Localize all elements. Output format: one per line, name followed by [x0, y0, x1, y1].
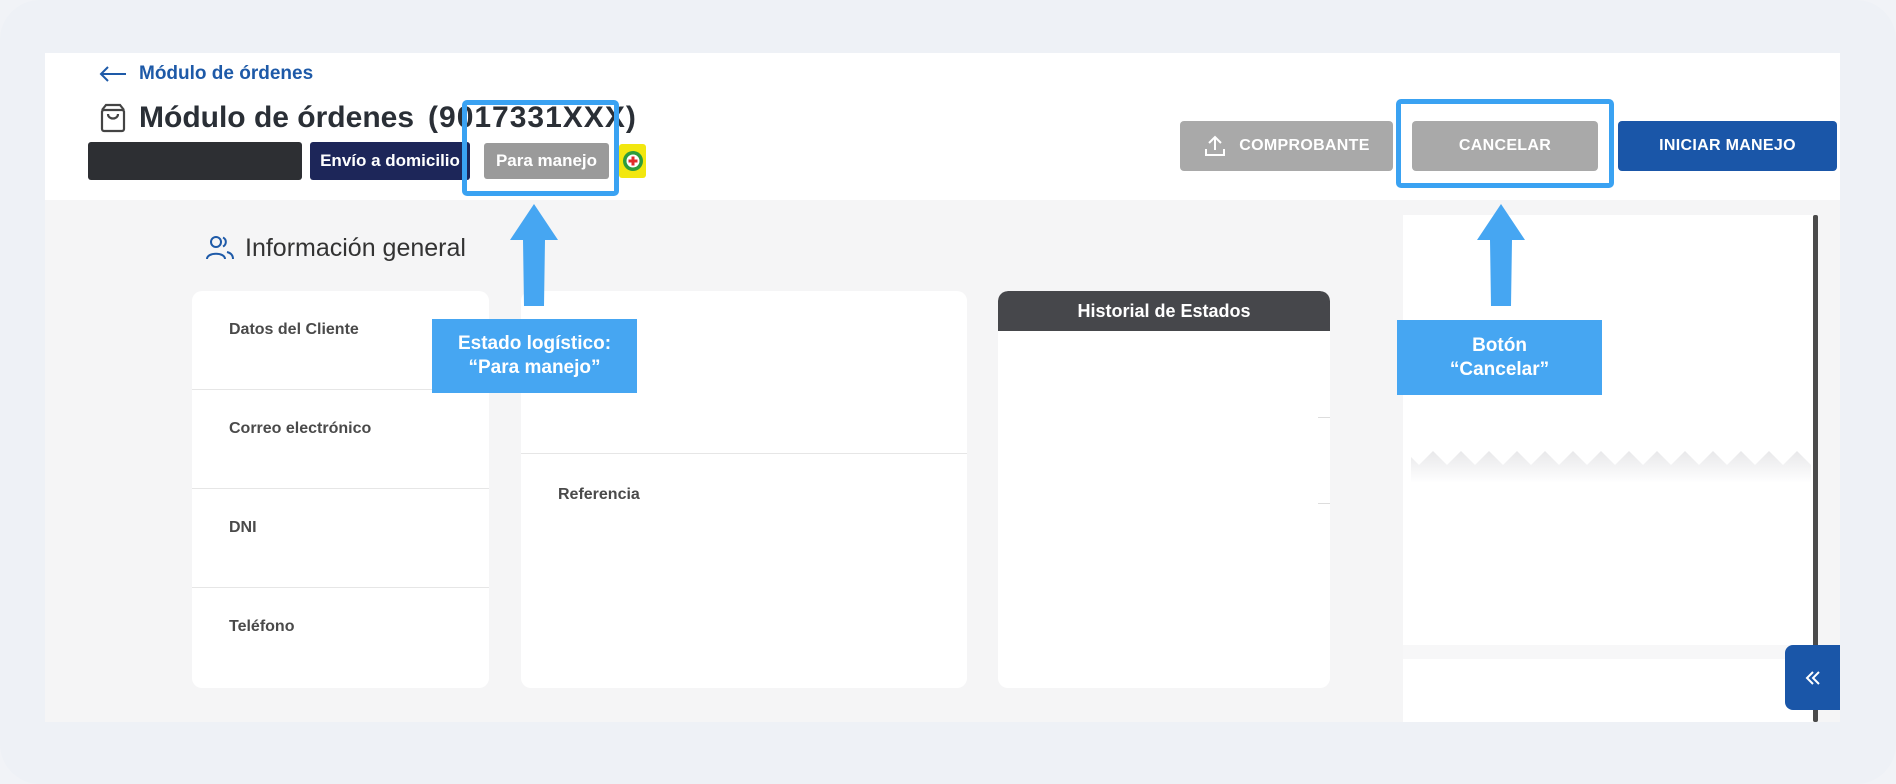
arrow-up-icon	[510, 204, 558, 306]
upload-icon	[1205, 135, 1226, 156]
delivery-type-badge: Envío a domicilio	[310, 142, 470, 180]
phone-row: Teléfono	[229, 618, 295, 635]
users-icon	[206, 236, 234, 260]
double-chevron-left-icon	[1805, 670, 1820, 685]
receipt-side-panel	[1403, 215, 1816, 722]
status-history-card: Historial de Estados	[998, 291, 1330, 688]
back-link[interactable]: Módulo de órdenes	[99, 63, 313, 85]
general-info-heading: Información general	[205, 233, 466, 263]
card-divider	[521, 453, 967, 454]
dni-row: DNI	[192, 489, 489, 588]
cancel-callout-line2: “Cancelar”	[1449, 358, 1550, 380]
status-callout-line1: Estado logístico:	[457, 333, 612, 354]
comprobante-button[interactable]: COMPROBANTE	[1180, 121, 1393, 171]
arrow-up-icon	[1477, 204, 1525, 306]
comprobante-label: COMPROBANTE	[1239, 137, 1370, 154]
page-title: Módulo de órdenes	[139, 101, 415, 134]
history-tick	[1318, 417, 1330, 418]
email-row: Correo electrónico	[192, 390, 489, 489]
reference-label: Referencia	[558, 486, 640, 503]
shopping-bag-icon	[100, 103, 126, 133]
cancel-callout: Botón “Cancelar”	[1397, 320, 1602, 395]
redacted-badge	[88, 142, 302, 180]
cancel-highlight-box	[1396, 99, 1614, 188]
collapse-panel-button[interactable]	[1785, 645, 1840, 710]
panel-gap	[1403, 645, 1816, 659]
arrow-left-icon	[99, 66, 126, 82]
history-tick	[1318, 503, 1330, 504]
cancel-callout-line1: Botón	[1472, 334, 1527, 356]
start-handling-button[interactable]: INICIAR MANEJO	[1618, 121, 1837, 171]
receipt-edge	[1411, 443, 1811, 483]
pharmacy-cross-icon	[619, 144, 646, 178]
status-highlight-box	[462, 100, 619, 196]
status-callout: Estado logístico: “Para manejo”	[432, 319, 637, 393]
back-link-label: Módulo de órdenes	[139, 63, 314, 84]
general-info-title: Información general	[245, 233, 466, 262]
status-history-title: Historial de Estados	[998, 291, 1330, 331]
status-callout-line2: “Para manejo”	[468, 357, 601, 378]
